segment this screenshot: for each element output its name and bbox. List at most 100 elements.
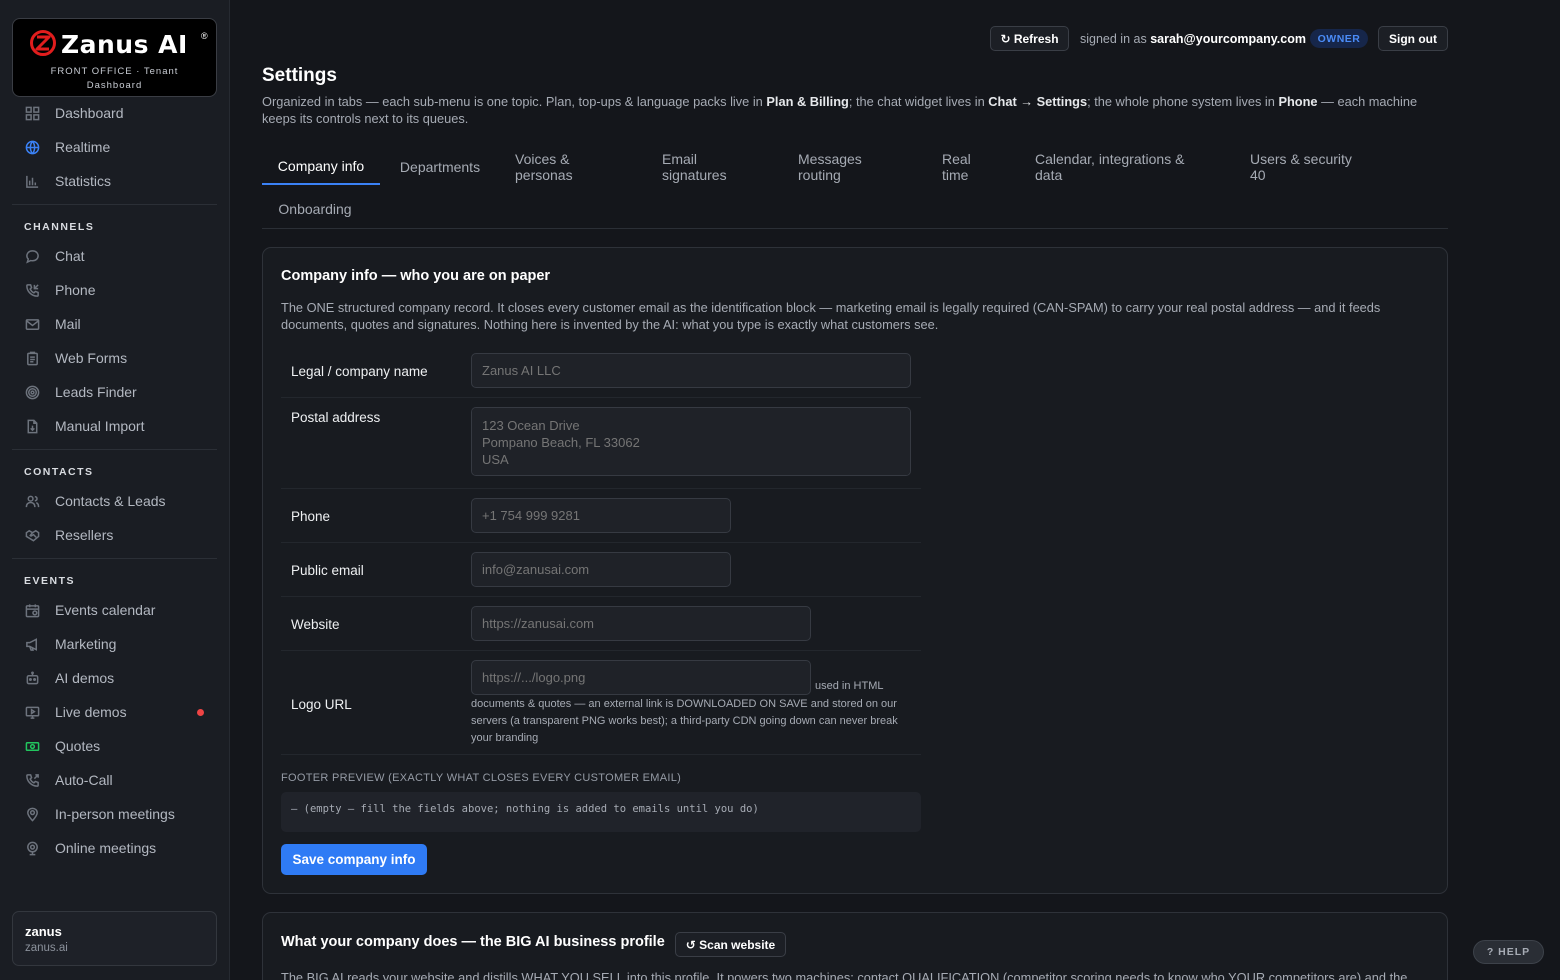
desc-bold: Phone <box>1278 94 1318 109</box>
public-email-label: Public email <box>291 563 364 578</box>
sidebar-item-label: Contacts & Leads <box>55 493 166 509</box>
tab-voices-personas[interactable]: Voices & personas <box>515 149 627 185</box>
sidebar-item-mail[interactable]: Mail <box>24 313 214 335</box>
sidebar-item-label: Mail <box>55 316 81 332</box>
scan-website-button[interactable]: ↺ Scan website <box>675 932 786 957</box>
footer-preview-box: — (empty — fill the fields above; nothin… <box>281 792 921 832</box>
signed-in-text: signed in as sarah@yourcompany.com <box>1080 32 1306 46</box>
sidebar-item-chat[interactable]: Chat <box>24 245 214 267</box>
card-title: Company info — who you are on paper <box>281 268 551 284</box>
sidebar-item-label: AI demos <box>55 670 115 686</box>
handshake-icon <box>24 527 40 543</box>
sidebar-item-label: Web Forms <box>55 350 128 366</box>
signed-in-prefix: signed in as <box>1080 32 1147 46</box>
row-divider <box>281 596 921 597</box>
page-description: Organized in tabs — each sub-menu is one… <box>262 93 1442 127</box>
sidebar: Zanus AI ® FRONT OFFICE · Tenant Dashboa… <box>0 0 230 980</box>
card-description: The ONE structured company record. It cl… <box>281 300 1381 332</box>
sidebar-item-online-meetings[interactable]: Online meetings <box>24 837 214 859</box>
calendar-icon <box>24 602 40 618</box>
sidebar-item-quotes[interactable]: Quotes <box>24 735 214 757</box>
business-profile-card: What your company does — the BIG AI busi… <box>262 912 1448 980</box>
website-label: Website <box>291 617 340 632</box>
tab-onboarding[interactable]: Onboarding <box>262 191 368 227</box>
sidebar-item-label: Dashboard <box>55 105 124 121</box>
footer-preview-label: FOOTER PREVIEW (EXACTLY WHAT CLOSES EVER… <box>281 772 682 784</box>
desc-part: ; the chat widget lives in <box>848 94 989 109</box>
desc-bold: Chat → Settings <box>988 94 1088 109</box>
tab-real-time[interactable]: Real time <box>942 149 1000 185</box>
refresh-button[interactable]: ↻ Refresh <box>990 26 1069 51</box>
zanus-z-logo-icon <box>30 30 56 56</box>
sidebar-item-statistics[interactable]: Statistics <box>24 170 214 192</box>
sidebar-item-label: Resellers <box>55 527 114 543</box>
company-info-card: Company info — who you are on paper The … <box>262 247 1448 894</box>
user-name: zanus <box>25 924 62 939</box>
sidebar-divider <box>12 204 217 205</box>
logo-help-inline: used in HTML <box>815 680 884 692</box>
sidebar-item-live-demos[interactable]: Live demos <box>24 701 214 723</box>
page-title: Settings <box>262 65 337 86</box>
file-import-icon <box>24 418 40 434</box>
tab-email-signatures[interactable]: Email signatures <box>662 149 763 185</box>
signed-in-email: sarah@yourcompany.com <box>1150 32 1306 46</box>
sidebar-item-phone[interactable]: Phone <box>24 279 214 301</box>
sidebar-item-label: Auto-Call <box>55 772 113 788</box>
desc-bold: Plan & Billing <box>766 94 849 109</box>
card-description: The BIG AI reads your website and distil… <box>281 970 1408 980</box>
sidebar-item-leads-finder[interactable]: Leads Finder <box>24 381 214 403</box>
sidebar-item-in-person-meetings[interactable]: In-person meetings <box>24 803 214 825</box>
sidebar-item-contacts-leads[interactable]: Contacts & Leads <box>24 490 214 512</box>
sidebar-item-dashboard[interactable]: Dashboard <box>24 102 214 124</box>
tab-company-info[interactable]: Company info <box>262 149 380 185</box>
target-icon <box>24 384 40 400</box>
sidebar-item-label: Manual Import <box>55 418 145 434</box>
row-divider <box>281 650 921 651</box>
sign-out-button[interactable]: Sign out <box>1378 26 1448 51</box>
save-company-info-button[interactable]: Save company info <box>281 844 427 875</box>
sidebar-item-label: Leads Finder <box>55 384 137 400</box>
brand-logo: Zanus AI ® <box>29 29 209 59</box>
sidebar-divider <box>12 449 217 450</box>
webcam-icon <box>24 840 40 856</box>
phone-input[interactable] <box>471 498 731 533</box>
sidebar-item-manual-import[interactable]: Manual Import <box>24 415 214 437</box>
phone-outgoing-icon <box>24 772 40 788</box>
sidebar-item-label: Events calendar <box>55 602 156 618</box>
monitor-play-icon <box>24 704 40 720</box>
megaphone-icon <box>24 636 40 652</box>
mail-icon <box>24 316 40 332</box>
sidebar-item-realtime[interactable]: Realtime <box>24 136 214 158</box>
user-account-box[interactable]: zanus zanus.ai <box>12 911 217 966</box>
users-icon <box>24 493 40 509</box>
sidebar-item-label: Realtime <box>55 139 111 155</box>
tab-users-security[interactable]: Users & security 40 <box>1250 149 1368 185</box>
sidebar-item-web-forms[interactable]: Web Forms <box>24 347 214 369</box>
sidebar-item-marketing[interactable]: Marketing <box>24 633 214 655</box>
sidebar-item-label: Marketing <box>55 636 117 652</box>
brand-name: Zanus AI <box>61 30 188 59</box>
postal-address-input[interactable] <box>471 407 911 476</box>
user-domain: zanus.ai <box>25 942 68 954</box>
public-email-input[interactable] <box>471 552 731 587</box>
brand-logo-box[interactable]: Zanus AI ® FRONT OFFICE · Tenant Dashboa… <box>12 18 217 97</box>
sidebar-item-resellers[interactable]: Resellers <box>24 524 214 546</box>
help-button[interactable]: ? HELP <box>1473 940 1544 964</box>
sidebar-item-label: Phone <box>55 282 96 298</box>
website-input[interactable] <box>471 606 811 641</box>
desc-part: ; the whole phone system lives in <box>1087 94 1279 109</box>
sidebar-item-events-calendar[interactable]: Events calendar <box>24 599 214 621</box>
tab-messages-routing[interactable]: Messages routing <box>798 149 907 185</box>
tab-calendar-integrations-data[interactable]: Calendar, integrations & data <box>1035 149 1215 185</box>
money-icon <box>24 738 40 754</box>
legal-name-label: Legal / company name <box>291 364 428 379</box>
brand-subtitle-line2: Dashboard <box>86 80 143 91</box>
brand-subtitle: FRONT OFFICE · Tenant Dashboard <box>13 65 216 93</box>
sidebar-item-auto-call[interactable]: Auto-Call <box>24 769 214 791</box>
sidebar-item-label: Chat <box>55 248 85 264</box>
legal-name-input[interactable] <box>471 353 911 388</box>
desc-part: Organized in tabs — each sub-menu is one… <box>262 94 767 109</box>
clipboard-icon <box>24 350 40 366</box>
sidebar-item-ai-demos[interactable]: AI demos <box>24 667 214 689</box>
tab-departments[interactable]: Departments <box>400 149 480 185</box>
